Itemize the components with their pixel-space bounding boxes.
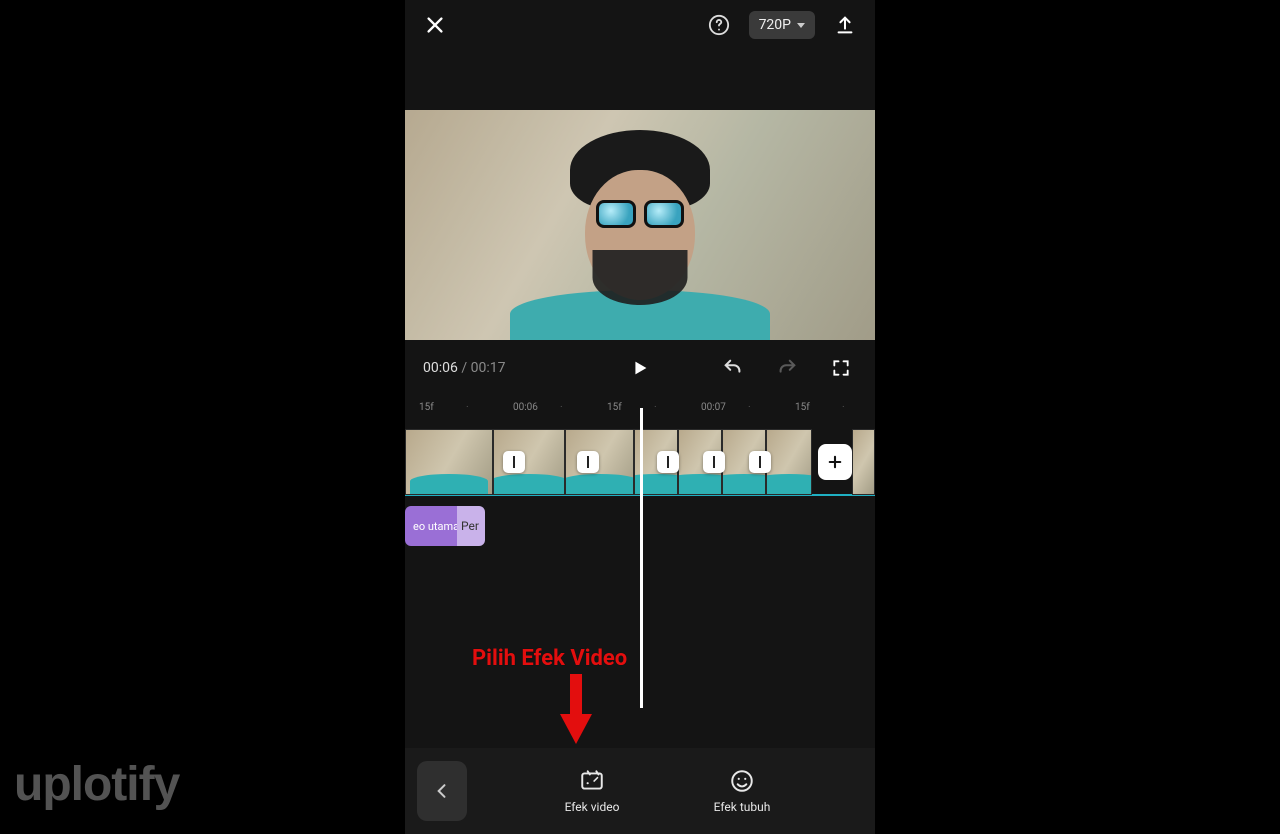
effect-body-label: Efek tubuh (714, 800, 771, 814)
transition-chip[interactable] (503, 451, 525, 473)
current-time: 00:06 (423, 360, 458, 376)
clip-thumbnail[interactable] (766, 429, 812, 495)
transition-chip[interactable] (749, 451, 771, 473)
clip-thumbnail[interactable] (852, 429, 875, 495)
export-button[interactable] (829, 9, 861, 41)
bottom-toolbar: Efek video Efek tubuh (405, 748, 875, 834)
clip-thumbnail[interactable] (565, 429, 634, 495)
plus-icon (826, 453, 844, 471)
ruler-tick: 15f (419, 402, 466, 413)
preview-subject (530, 110, 750, 340)
play-icon (629, 357, 651, 379)
play-button[interactable] (624, 352, 656, 384)
track-tag-secondary[interactable]: Per (457, 506, 485, 546)
clip-thumbnail[interactable] (405, 429, 493, 495)
annotation-text: Pilih Efek Video (472, 646, 627, 671)
transition-chip[interactable] (657, 451, 679, 473)
watermark: uplotify (14, 757, 179, 812)
effect-video-label: Efek video (565, 800, 620, 814)
effect-body-button[interactable]: Efek tubuh (667, 768, 817, 814)
ruler-dot: · (466, 402, 513, 413)
undo-icon (722, 357, 744, 379)
resolution-label: 720P (759, 17, 791, 33)
redo-button[interactable] (771, 352, 803, 384)
effect-video-icon (579, 768, 605, 794)
player-controls: 00:06 / 00:17 (405, 340, 875, 396)
chevron-left-icon (432, 781, 452, 801)
redo-icon (776, 357, 798, 379)
undo-button[interactable] (717, 352, 749, 384)
ruler-tick: 15f (607, 402, 654, 413)
close-icon (424, 14, 446, 36)
add-clip-button[interactable] (818, 444, 852, 480)
resolution-dropdown[interactable]: 720P (749, 11, 815, 39)
ruler-dot: · (560, 402, 607, 413)
transition-chip[interactable] (577, 451, 599, 473)
effect-body-icon (729, 768, 755, 794)
video-preview[interactable] (405, 110, 875, 340)
help-icon (708, 14, 730, 36)
close-button[interactable] (419, 9, 451, 41)
back-button[interactable] (417, 761, 467, 821)
ruler-dot: · (748, 402, 795, 413)
fullscreen-icon (831, 358, 851, 378)
ruler-tick: 00:06 (513, 402, 560, 413)
playhead[interactable] (640, 408, 643, 708)
total-time: 00:17 (471, 360, 506, 376)
ruler-dot: · (842, 402, 889, 413)
ruler-dot: · (654, 402, 701, 413)
phone-frame: 720P 00:06 / 00:17 (405, 0, 875, 834)
effect-video-button[interactable]: Efek video (517, 768, 667, 814)
transition-chip[interactable] (703, 451, 725, 473)
fullscreen-button[interactable] (825, 352, 857, 384)
time-display: 00:06 / 00:17 (423, 360, 505, 376)
annotation-arrow-icon (556, 674, 596, 746)
top-toolbar: 720P (405, 0, 875, 50)
upload-icon (834, 14, 856, 36)
ruler-tick: 15f (795, 402, 842, 413)
help-button[interactable] (703, 9, 735, 41)
ruler-tick: 00:07 (701, 402, 748, 413)
chevron-down-icon (797, 23, 805, 28)
